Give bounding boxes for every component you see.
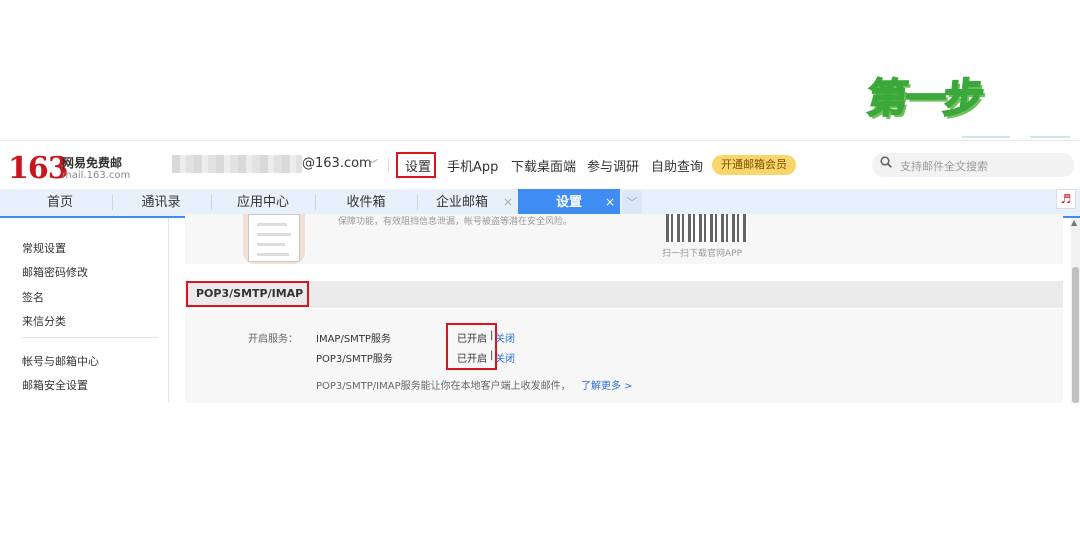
highlight-box-settings [396, 152, 436, 178]
decorative-line [257, 243, 285, 246]
desktop-download-link[interactable]: 下载桌面端 [511, 156, 576, 175]
divider [22, 337, 159, 338]
sidebar-item-account-center[interactable]: 帐号与邮箱中心 [22, 353, 99, 369]
phone-screen [248, 214, 300, 262]
logo-domain: mail.163.com [62, 170, 131, 181]
promo-banner [185, 214, 1063, 264]
learn-more-link[interactable]: 了解更多 > [581, 377, 633, 392]
mobile-app-link[interactable]: 手机App [447, 156, 498, 175]
chevron-down-icon[interactable]: ﹀ [367, 156, 378, 172]
decorative-line [257, 253, 289, 256]
self-service-link[interactable]: 自助查询 [651, 156, 703, 175]
tab-inbox[interactable]: 收件箱 [316, 189, 416, 216]
scrollbar-thumb[interactable] [1072, 267, 1079, 403]
sidebar-item-general[interactable]: 常规设置 [22, 240, 66, 256]
survey-link[interactable]: 参与调研 [587, 156, 639, 175]
sidebar-item-signature[interactable]: 签名 [22, 289, 44, 305]
highlight-box-section [186, 281, 309, 307]
section-header [185, 281, 1063, 308]
highlight-box-status [446, 323, 497, 370]
step-label: 第一步 [864, 75, 985, 123]
logo-number[interactable]: 163 [8, 151, 69, 186]
sidebar-item-security[interactable]: 邮箱安全设置 [22, 377, 88, 393]
service-label: 开启服务： [248, 334, 298, 345]
service-name-imap: IMAP/SMTP服务 [316, 334, 391, 345]
tab-enterprise-mail[interactable]: 企业邮箱 [418, 189, 506, 216]
qr-caption: 扫一扫下载官网APP [662, 249, 743, 259]
close-pop3-link[interactable]: 关闭 [495, 350, 515, 365]
account-domain[interactable]: @163.com [302, 156, 372, 171]
vip-button[interactable]: 开通邮箱会员 [712, 155, 796, 175]
close-icon[interactable]: × [605, 189, 615, 216]
mail-window: 163 网易免费邮 mail.163.com @163.com ﹀ 设置 手机A… [0, 140, 1080, 403]
service-note: POP3/SMTP/IMAP服务能让你在本地客户端上收发邮件， [316, 381, 571, 392]
search-input[interactable]: 支持邮件全文搜索 [900, 158, 988, 174]
chevron-up-icon[interactable]: ▲ [1071, 218, 1077, 227]
search-icon[interactable] [880, 156, 892, 168]
close-imap-link[interactable]: 关闭 [495, 330, 515, 345]
service-name-pop3: POP3/SMTP服务 [316, 354, 393, 365]
sidebar-item-password[interactable]: 邮箱密码修改 [22, 264, 88, 280]
decorative-line [257, 233, 291, 236]
qr-code [666, 214, 748, 242]
tab-app-center[interactable]: 应用中心 [212, 189, 314, 216]
tab-contacts[interactable]: 通讯录 [113, 189, 209, 216]
chevron-down-icon[interactable]: ﹀ [622, 191, 642, 214]
close-icon[interactable]: × [503, 189, 513, 216]
sidebar-item-mail-filter[interactable]: 来信分类 [22, 313, 66, 329]
decorative-line [257, 223, 287, 226]
divider [388, 158, 389, 172]
decorative-line [1030, 136, 1070, 138]
decorative-line [962, 136, 1010, 138]
logo-name: 网易免费邮 [62, 156, 123, 170]
account-name-blurred [172, 155, 302, 173]
banner-text: 保障功能，有效阻挡信息泄漏，帐号被盗等潜在安全风险。 [338, 217, 573, 227]
tab-home[interactable]: 首页 [10, 189, 110, 216]
music-icon[interactable]: ♬ [1056, 189, 1076, 209]
